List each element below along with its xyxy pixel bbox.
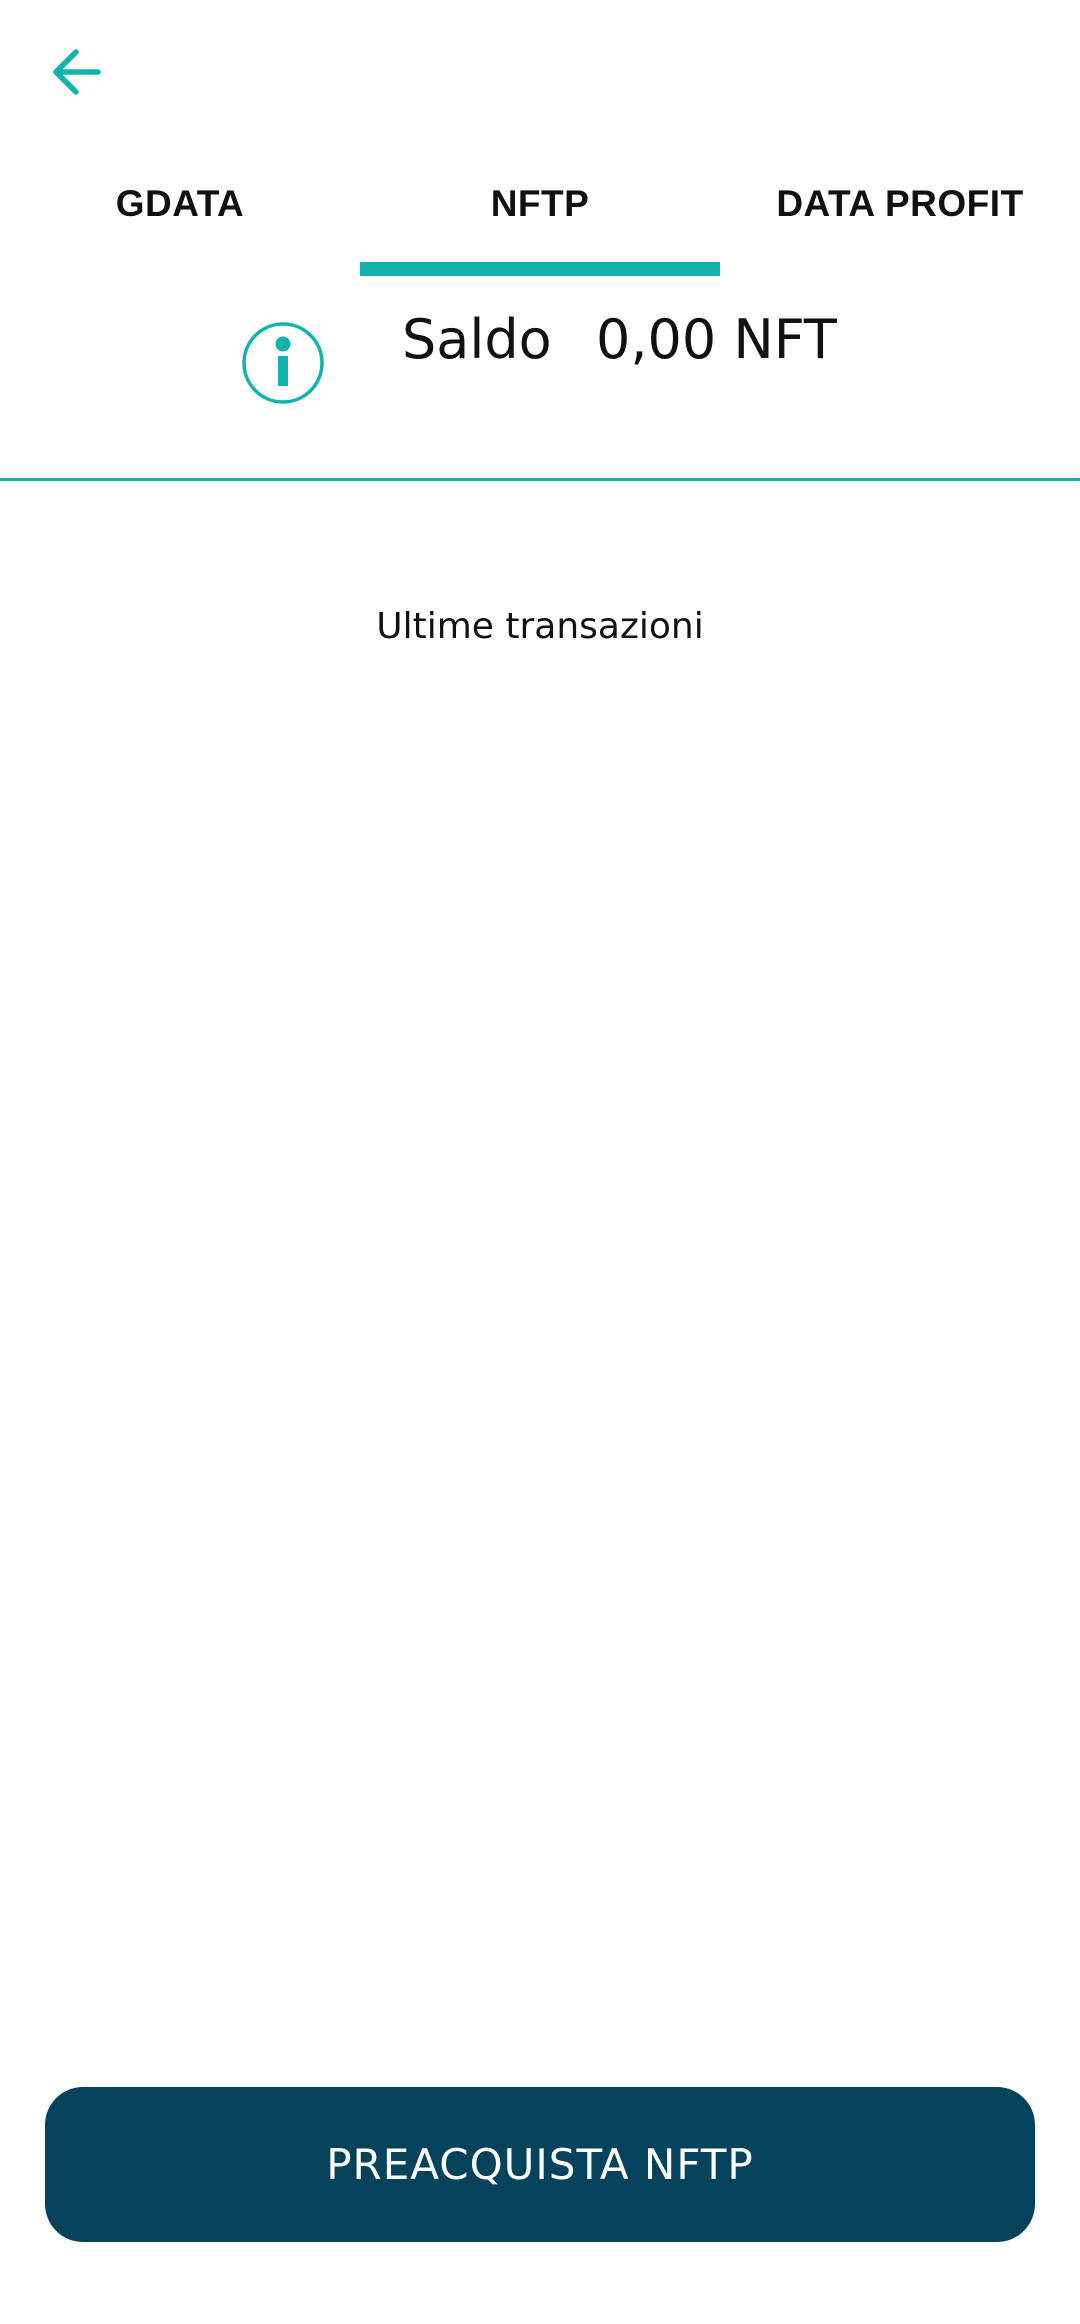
divider bbox=[0, 478, 1080, 481]
balance-value: 0,00 NFT bbox=[596, 308, 837, 371]
arrow-left-icon bbox=[53, 49, 101, 95]
balance-row: Saldo 0,00 NFT bbox=[0, 300, 1080, 440]
tab-label: GDATA bbox=[115, 183, 245, 224]
tab-bar: GDATA NFTP DATA PROFIT bbox=[0, 150, 1080, 276]
tab-label: NFTP bbox=[490, 183, 590, 224]
preorder-button-label: PREACQUISTA NFTP bbox=[326, 2140, 754, 2189]
preorder-button[interactable]: PREACQUISTA NFTP bbox=[45, 2087, 1035, 2242]
transactions-title: Ultime transazioni bbox=[376, 606, 704, 647]
tab-nftp[interactable]: NFTP bbox=[360, 150, 720, 276]
tab-gdata[interactable]: GDATA bbox=[0, 150, 360, 276]
tab-selected-indicator bbox=[360, 262, 720, 276]
tab-label: DATA PROFIT bbox=[776, 183, 1024, 224]
balance-label: Saldo bbox=[402, 308, 552, 371]
info-icon[interactable] bbox=[240, 320, 326, 406]
back-button[interactable] bbox=[40, 36, 112, 108]
tab-data-profit[interactable]: DATA PROFIT bbox=[720, 150, 1080, 276]
